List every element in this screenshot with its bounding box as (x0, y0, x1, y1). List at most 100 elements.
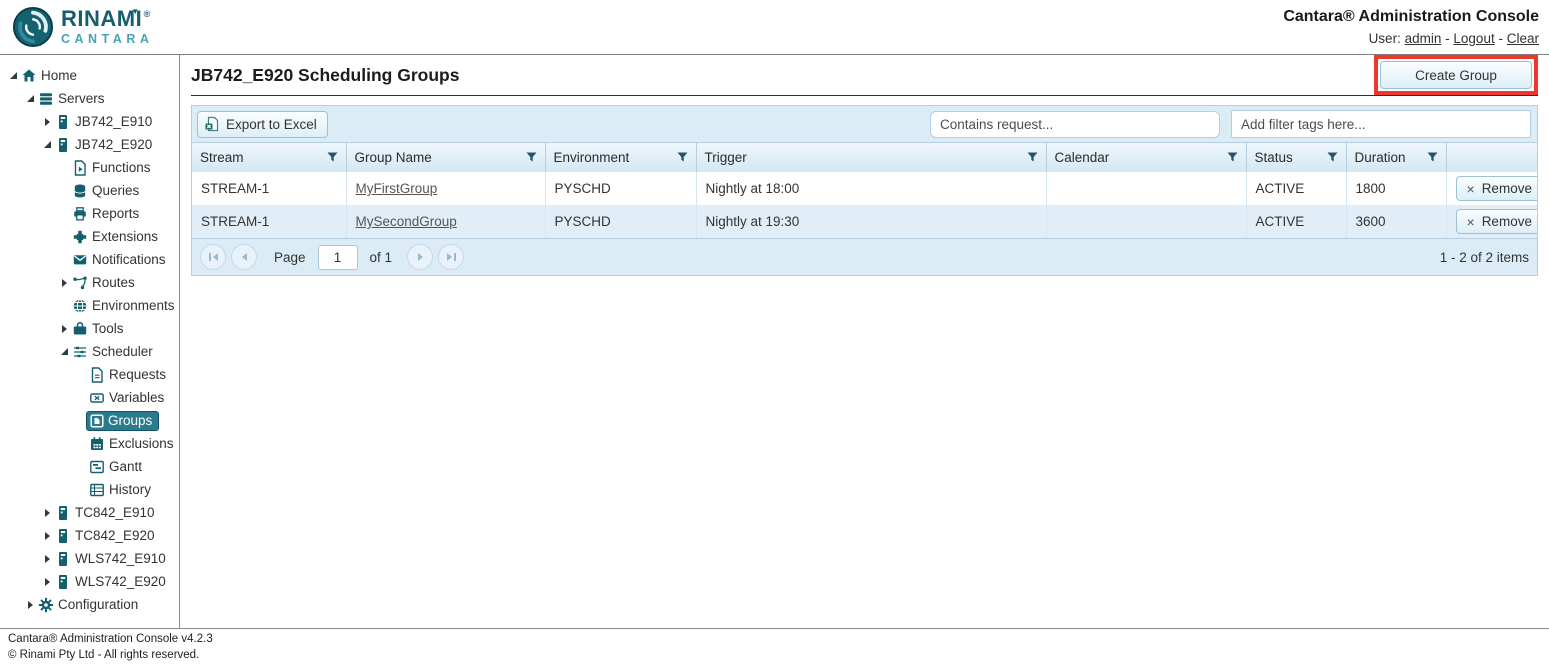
sidebar-item-wls742-e920[interactable]: WLS742_E920 (0, 570, 179, 593)
filter-tags-input[interactable] (1231, 110, 1531, 138)
remove-button[interactable]: ×Remove (1456, 176, 1538, 201)
cell-stream: STREAM-1 (192, 205, 346, 238)
sidebar-item-jb742-e920[interactable]: JB742_E920 (0, 133, 179, 156)
remove-button[interactable]: ×Remove (1456, 209, 1538, 234)
sidebar-item-queries[interactable]: Queries (0, 179, 179, 202)
sidebar-item-jb742-e910[interactable]: JB742_E910 (0, 110, 179, 133)
scheduling-groups-grid: Export to Excel Stream Group Name En (191, 105, 1538, 276)
last-page-icon (447, 253, 452, 261)
page-number-input[interactable] (318, 245, 358, 270)
cell-environment: PYSCHD (545, 172, 696, 205)
sidebar-item-exclusions[interactable]: Exclusions (0, 432, 179, 455)
server-icon (55, 551, 71, 567)
sidebar-item-notifications[interactable]: Notifications (0, 248, 179, 271)
page-count-label: of 1 (370, 250, 393, 265)
sidebar-item-tools[interactable]: Tools (0, 317, 179, 340)
tree-expand-icon[interactable] (39, 551, 55, 567)
tree-collapse-icon[interactable] (56, 344, 72, 360)
filter-icon[interactable] (1027, 152, 1038, 163)
table-row: STREAM-1 MyFirstGroup PYSCHD Nightly at … (192, 172, 1537, 205)
tree-expand-icon[interactable] (22, 597, 38, 613)
brand-name: RINAMI▼® (61, 8, 153, 30)
sidebar-item-routes[interactable]: Routes (0, 271, 179, 294)
previous-page-icon (242, 253, 247, 261)
tree-expand-icon[interactable] (39, 505, 55, 521)
groups-icon (89, 413, 105, 429)
routes-icon (72, 275, 88, 291)
column-header-stream[interactable]: Stream (192, 143, 346, 172)
tree-collapse-icon[interactable] (22, 91, 38, 107)
close-icon: × (1467, 215, 1475, 229)
first-page-icon (209, 253, 211, 261)
group-name-link[interactable]: MyFirstGroup (356, 181, 438, 196)
sidebar-item-requests[interactable]: Requests (0, 363, 179, 386)
tree-expand-icon[interactable] (39, 114, 55, 130)
filter-icon[interactable] (677, 152, 688, 163)
user-name-link[interactable]: admin (1405, 31, 1442, 46)
column-header-environment[interactable]: Environment (545, 143, 696, 172)
previous-page-button[interactable] (231, 244, 257, 270)
tree-expand-icon[interactable] (56, 275, 72, 291)
filter-icon[interactable] (1427, 152, 1438, 163)
filter-icon[interactable] (1327, 152, 1338, 163)
clear-link[interactable]: Clear (1507, 31, 1539, 46)
sidebar-item-tc842-e920[interactable]: TC842_E920 (0, 524, 179, 547)
scheduler-icon (72, 344, 88, 360)
cell-status: ACTIVE (1246, 205, 1346, 238)
export-to-excel-button[interactable]: Export to Excel (197, 111, 328, 138)
grid-toolbar: Export to Excel (192, 106, 1537, 143)
sidebar-item-reports[interactable]: Reports (0, 202, 179, 225)
last-page-button[interactable] (438, 244, 464, 270)
column-header-duration[interactable]: Duration (1346, 143, 1446, 172)
queries-icon (72, 183, 88, 199)
contains-request-input[interactable] (930, 111, 1220, 138)
column-header-group-name[interactable]: Group Name (346, 143, 545, 172)
extensions-icon (72, 229, 88, 245)
footer-version-line: Cantara® Administration Console v4.2.3 (8, 632, 1541, 648)
sidebar-item-scheduler[interactable]: Scheduler (0, 340, 179, 363)
sidebar-item-groups[interactable]: Groups (0, 409, 179, 432)
next-page-button[interactable] (407, 244, 433, 270)
sidebar-item-history[interactable]: History (0, 478, 179, 501)
logout-link[interactable]: Logout (1453, 31, 1494, 46)
cell-environment: PYSCHD (545, 205, 696, 238)
sidebar-item-wls742-e910[interactable]: WLS742_E910 (0, 547, 179, 570)
sidebar-item-environments[interactable]: Environments (0, 294, 179, 317)
registered-mark: ® (144, 9, 151, 19)
column-header-status[interactable]: Status (1246, 143, 1346, 172)
sidebar-item-functions[interactable]: Functions (0, 156, 179, 179)
page-label: Page (274, 250, 306, 265)
sidebar-item-extensions[interactable]: Extensions (0, 225, 179, 248)
filter-icon[interactable] (1227, 152, 1238, 163)
sidebar-item-variables[interactable]: Variables (0, 386, 179, 409)
column-header-trigger[interactable]: Trigger (696, 143, 1046, 172)
items-range-label: 1 - 2 of 2 items (1440, 250, 1529, 265)
sidebar-item-home[interactable]: Home (0, 64, 179, 87)
filter-icon[interactable] (327, 152, 338, 163)
console-title: Cantara® Administration Console (1283, 5, 1539, 29)
cell-stream: STREAM-1 (192, 172, 346, 205)
cell-status: ACTIVE (1246, 172, 1346, 205)
notifications-icon (72, 252, 88, 268)
functions-icon (72, 160, 88, 176)
tree-collapse-icon[interactable] (39, 137, 55, 153)
sidebar-item-tc842-e910[interactable]: TC842_E910 (0, 501, 179, 524)
column-header-calendar[interactable]: Calendar (1046, 143, 1246, 172)
tools-icon (72, 321, 88, 337)
table-row: STREAM-1 MySecondGroup PYSCHD Nightly at… (192, 205, 1537, 238)
sidebar-item-configuration[interactable]: Configuration (0, 593, 179, 616)
group-name-link[interactable]: MySecondGroup (356, 214, 457, 229)
sidebar-item-servers[interactable]: Servers (0, 87, 179, 110)
tree-expand-icon[interactable] (39, 528, 55, 544)
first-page-button[interactable] (200, 244, 226, 270)
tree-collapse-icon[interactable] (5, 68, 21, 84)
sidebar-item-gantt[interactable]: Gantt (0, 455, 179, 478)
home-icon (21, 68, 37, 84)
filter-icon[interactable] (526, 152, 537, 163)
create-group-button[interactable]: Create Group (1380, 61, 1532, 89)
tree-expand-icon[interactable] (39, 574, 55, 590)
servers-icon (38, 91, 54, 107)
tree-expand-icon[interactable] (56, 321, 72, 337)
selected-item-highlight[interactable]: Groups (86, 411, 159, 431)
variables-icon (89, 390, 105, 406)
